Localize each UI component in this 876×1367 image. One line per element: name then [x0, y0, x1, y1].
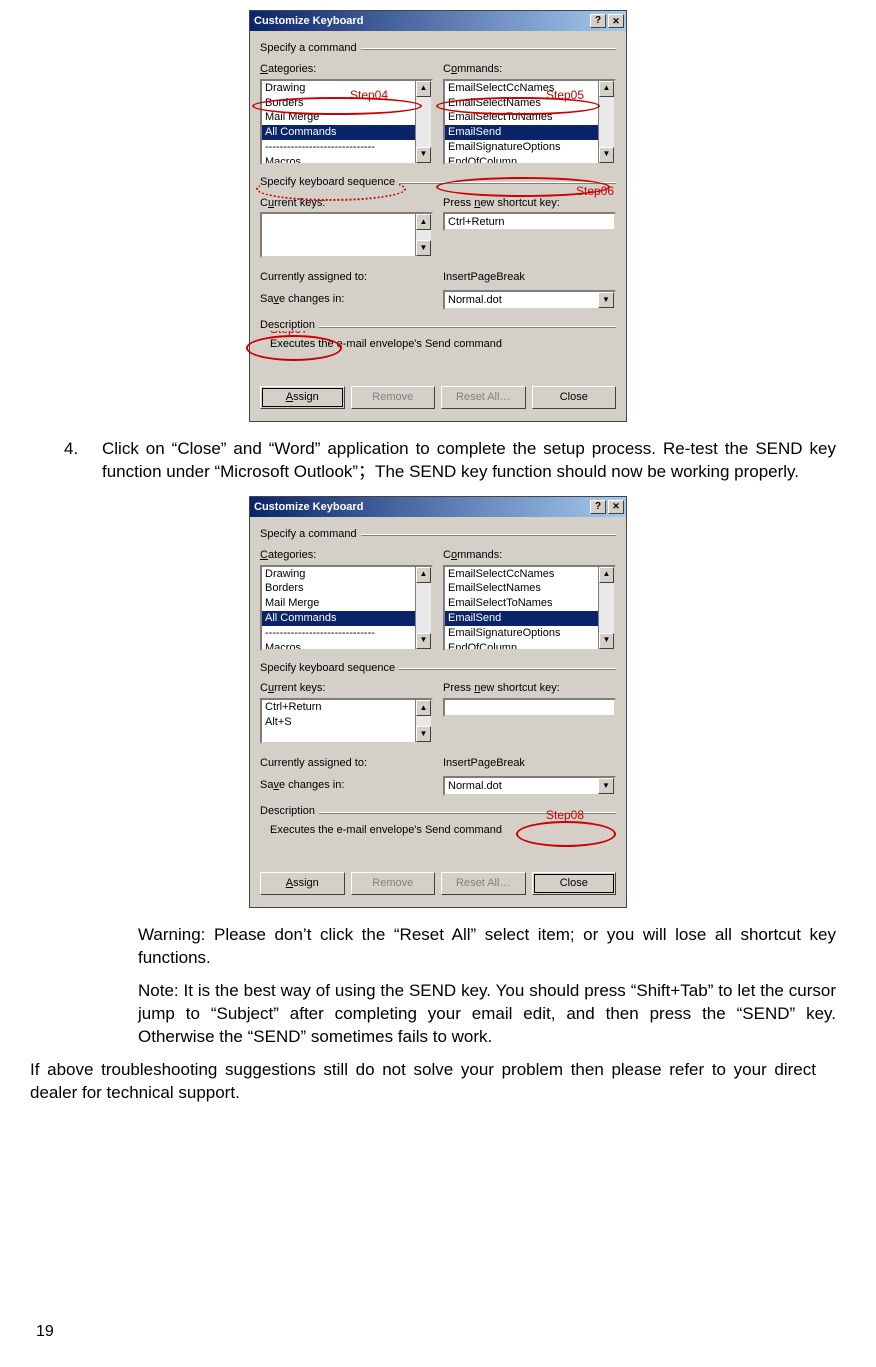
press-new-key-input[interactable] — [443, 698, 616, 717]
list-item[interactable]: EmailSelectCcNames — [445, 567, 598, 582]
group-specify-sequence: Specify keyboard sequence — [260, 661, 616, 676]
warning-text: Warning: Please don’t click the “Reset A… — [138, 924, 846, 970]
list-item[interactable]: Borders — [262, 96, 415, 111]
list-item[interactable]: EmailSend — [445, 611, 598, 626]
chevron-down-icon[interactable]: ▼ — [598, 292, 614, 308]
list-item[interactable]: ------------------------------ — [262, 626, 415, 641]
categories-label: Categories: — [260, 62, 433, 77]
close-icon[interactable] — [608, 14, 624, 28]
categories-listbox[interactable]: DrawingBordersMail MergeAll Commands----… — [260, 79, 433, 165]
categories-listbox[interactable]: DrawingBordersMail MergeAll Commands----… — [260, 565, 433, 651]
close-button[interactable]: Close — [532, 386, 617, 409]
page-number: 19 — [36, 1321, 54, 1343]
help-icon[interactable] — [590, 500, 606, 514]
scrollbar[interactable]: ▲▼ — [598, 567, 614, 649]
list-item[interactable]: EndOfColumn — [445, 641, 598, 649]
scrollbar[interactable]: ▲▼ — [415, 567, 431, 649]
list-item[interactable]: EmailSend — [445, 125, 598, 140]
group-description: Description — [260, 804, 616, 819]
chevron-down-icon[interactable]: ▼ — [598, 778, 614, 794]
description-text: Executes the e-mail envelope's Send comm… — [260, 335, 616, 380]
list-item[interactable]: EmailSignatureOptions — [445, 140, 598, 155]
customize-keyboard-dialog-2: Customize Keyboard Specify a command Cat… — [249, 496, 627, 908]
assigned-to-label: Currently assigned to: — [260, 754, 433, 772]
list-item[interactable]: EmailSelectToNames — [445, 596, 598, 611]
step-4: 4. Click on “Close” and “Word” applicati… — [30, 438, 846, 484]
reset-all-button[interactable]: Reset All… — [441, 872, 526, 895]
list-item[interactable]: EmailSelectNames — [445, 96, 598, 111]
step-text: Click on “Close” and “Word” application … — [102, 438, 846, 484]
categories-label: Categories: — [260, 548, 433, 563]
group-specify-sequence: Specify keyboard sequence — [260, 175, 616, 190]
close-button[interactable]: Close — [532, 872, 617, 895]
group-specify-command: Specify a command — [260, 41, 616, 56]
current-keys-label: Current keys: — [260, 681, 433, 696]
scrollbar[interactable]: ▲▼ — [415, 700, 431, 742]
list-item[interactable]: Drawing — [262, 567, 415, 582]
remove-button[interactable]: Remove — [351, 386, 436, 409]
list-item[interactable]: Ctrl+Return — [262, 700, 415, 715]
list-item[interactable]: Mail Merge — [262, 110, 415, 125]
titlebar[interactable]: Customize Keyboard — [250, 11, 626, 31]
commands-listbox[interactable]: EmailSelectCcNamesEmailSelectNamesEmailS… — [443, 79, 616, 165]
footer-text: If above troubleshooting suggestions sti… — [30, 1059, 816, 1105]
save-changes-combo[interactable]: Normal.dot ▼ — [443, 290, 616, 310]
save-changes-combo[interactable]: Normal.dot ▼ — [443, 776, 616, 796]
list-item[interactable]: EndOfColumn — [445, 155, 598, 163]
scrollbar[interactable]: ▲▼ — [415, 81, 431, 163]
press-new-key-label: Press new shortcut key: — [443, 196, 616, 211]
scrollbar[interactable]: ▲▼ — [415, 214, 431, 256]
group-description: Description — [260, 318, 616, 333]
list-item[interactable]: All Commands — [262, 125, 415, 140]
description-text: Executes the e-mail envelope's Send comm… — [260, 821, 616, 866]
list-item[interactable]: All Commands — [262, 611, 415, 626]
assign-button[interactable]: Assign — [260, 872, 345, 895]
assigned-to-label: Currently assigned to: — [260, 268, 433, 286]
help-icon[interactable] — [590, 14, 606, 28]
list-item[interactable]: Macros — [262, 155, 415, 163]
commands-label: Commands: — [443, 62, 616, 77]
list-item[interactable]: Macros — [262, 641, 415, 649]
commands-listbox[interactable]: EmailSelectCcNamesEmailSelectNamesEmailS… — [443, 565, 616, 651]
list-item[interactable]: Mail Merge — [262, 596, 415, 611]
remove-button[interactable]: Remove — [351, 872, 436, 895]
dialog-title: Customize Keyboard — [254, 500, 588, 515]
save-changes-label: Save changes in: — [260, 290, 433, 308]
dialog-title: Customize Keyboard — [254, 14, 588, 29]
titlebar[interactable]: Customize Keyboard — [250, 497, 626, 517]
press-new-key-input[interactable]: Ctrl+Return — [443, 212, 616, 231]
list-item[interactable]: Borders — [262, 581, 415, 596]
note-text: Note: It is the best way of using the SE… — [138, 980, 846, 1049]
press-new-key-label: Press new shortcut key: — [443, 681, 616, 696]
list-item[interactable]: EmailSelectNames — [445, 581, 598, 596]
save-changes-label: Save changes in: — [260, 776, 433, 794]
list-item[interactable]: EmailSelectToNames — [445, 110, 598, 125]
list-item[interactable]: ------------------------------ — [262, 140, 415, 155]
current-keys-listbox[interactable]: ▲▼ — [260, 212, 433, 258]
list-item[interactable]: EmailSignatureOptions — [445, 626, 598, 641]
assigned-to-value: InsertPageBreak — [443, 754, 616, 772]
list-item[interactable]: Drawing — [262, 81, 415, 96]
reset-all-button[interactable]: Reset All… — [441, 386, 526, 409]
list-item[interactable]: Alt+S — [262, 715, 415, 730]
group-specify-command: Specify a command — [260, 527, 616, 542]
list-item[interactable]: EmailSelectCcNames — [445, 81, 598, 96]
close-icon[interactable] — [608, 500, 624, 514]
assign-button[interactable]: Assign — [260, 386, 345, 409]
scrollbar[interactable]: ▲▼ — [598, 81, 614, 163]
current-keys-listbox[interactable]: Ctrl+ReturnAlt+S ▲▼ — [260, 698, 433, 744]
current-keys-label: Current keys: — [260, 196, 433, 211]
assigned-to-value: InsertPageBreak — [443, 268, 616, 286]
step-number: 4. — [30, 438, 102, 484]
commands-label: Commands: — [443, 548, 616, 563]
customize-keyboard-dialog-1: Customize Keyboard Specify a command Cat… — [249, 10, 627, 422]
